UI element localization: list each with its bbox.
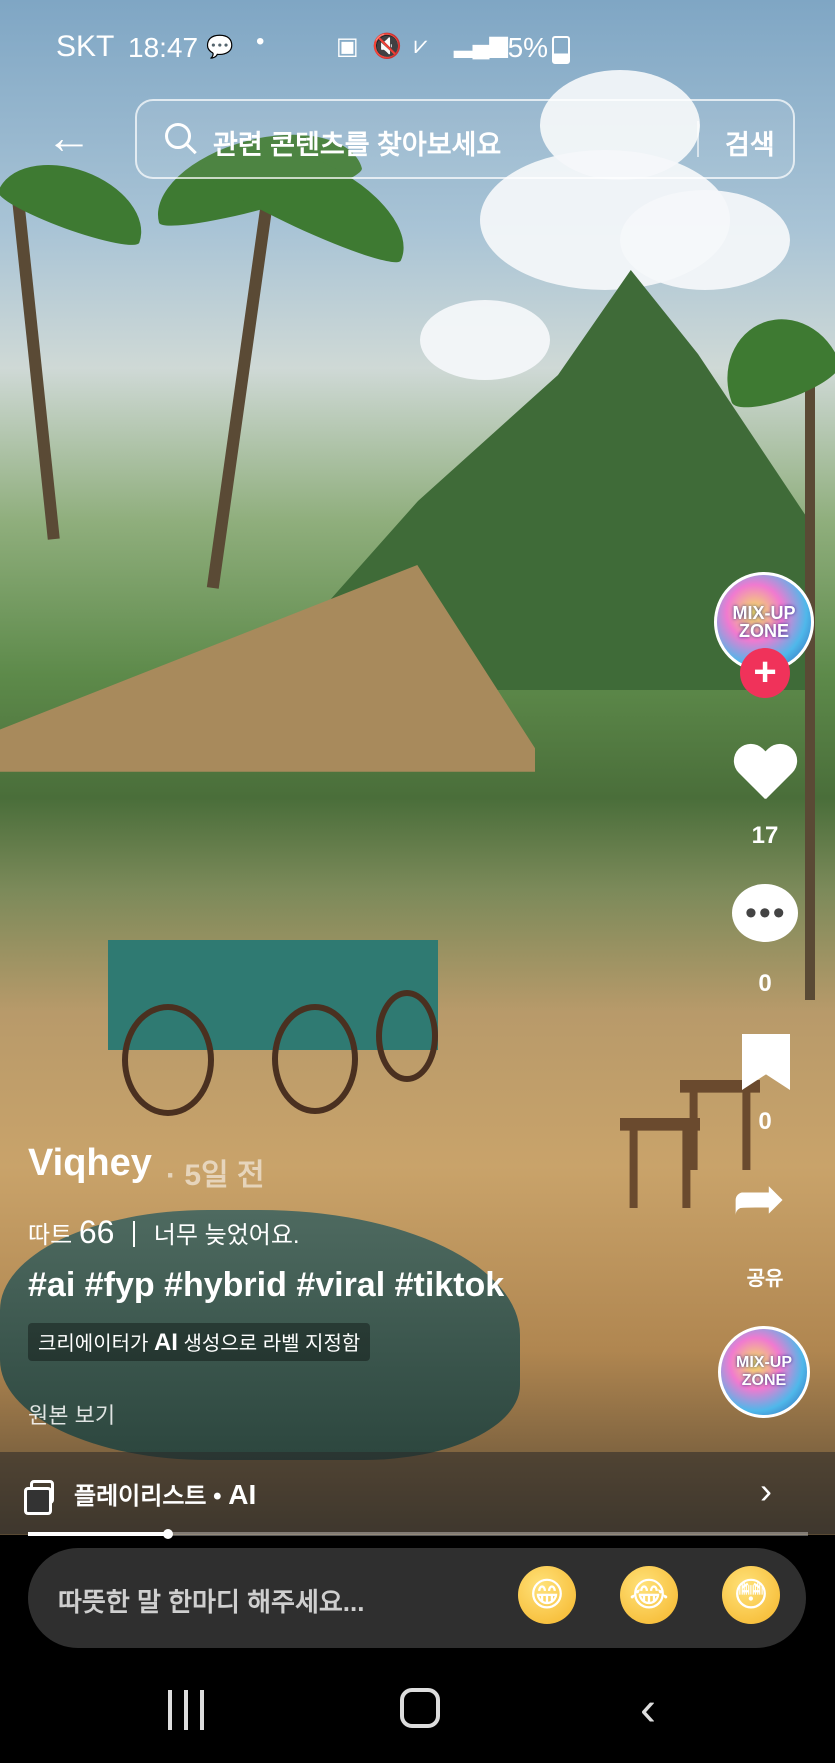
caption-number: 66 (78, 1214, 115, 1250)
dot-icon: • (256, 28, 265, 55)
video-progress-bar[interactable] (28, 1529, 808, 1539)
comment-input-bar[interactable]: 따뜻한 말 한마디 해주세요... 😁 😂 😳 (28, 1548, 806, 1648)
cloud (420, 300, 550, 380)
progress-fill (28, 1532, 169, 1536)
share-label: 공유 (746, 1268, 784, 1290)
like-heart-icon[interactable] (732, 745, 798, 805)
music-disc-avatar[interactable]: MIX-UP ZONE (718, 1326, 810, 1418)
search-bar[interactable]: 관련 콘텐츠를 찾아보세요 검색 (135, 99, 795, 179)
share-arrow-icon[interactable]: ➦ (732, 1166, 786, 1230)
palm-trunk (206, 171, 278, 589)
save-count: 0 (758, 1108, 772, 1135)
recent-apps-icon[interactable] (168, 1690, 206, 1730)
carrier-label: SKT (56, 30, 115, 63)
like-count: 17 (751, 822, 779, 849)
comment-count: 0 (758, 970, 772, 997)
comment-bubble-icon[interactable]: ••• (732, 884, 798, 942)
posted-time: · 5일 전 (166, 1159, 265, 1192)
ai-label-post: 생성으로 라벨 지정함 (183, 1333, 361, 1355)
ai-label-ai: AI (153, 1329, 178, 1356)
playlist-label: 플레이리스트 (74, 1483, 207, 1510)
mute-icon: 🔇 (372, 33, 402, 60)
cart-wheel (272, 1004, 358, 1114)
talk-icon: 💬 (206, 34, 234, 59)
lock-icon: ▣ (336, 33, 359, 60)
caption-line: 따트 66 너무 늦었어요. (28, 1214, 300, 1251)
chevron-right-icon[interactable]: › (760, 1470, 772, 1512)
view-original-link[interactable]: 원본 보기 (28, 1398, 115, 1430)
cart-wheel (122, 1004, 214, 1116)
caption-prefix: 따트 (28, 1222, 73, 1249)
caption-text: 너무 늦었어요. (153, 1222, 300, 1249)
search-input[interactable]: 관련 콘텐츠를 찾아보세요 (213, 123, 501, 162)
nav-back-icon[interactable]: ‹ (640, 1682, 656, 1737)
status-bar: SKT 18:47 💬 • ▣ 🔇 ⩗ ▂▄▆ 35% (0, 0, 835, 96)
avatar-logo-text: MIX-UP ZONE (732, 603, 796, 641)
search-divider (697, 121, 699, 157)
palm-trunk (12, 200, 60, 540)
back-arrow-icon[interactable]: ← (46, 112, 96, 162)
playlist-label-group: 플레이리스트 • AI (74, 1479, 257, 1510)
caption-separator (133, 1221, 136, 1247)
playlist-bar[interactable]: 플레이리스트 • AI › (0, 1452, 835, 1534)
cart-wheel (376, 990, 438, 1082)
hashtags[interactable]: #ai #fyp #hybrid #viral #tiktok (28, 1266, 504, 1305)
search-button[interactable]: 검색 (725, 123, 775, 162)
comment-input[interactable]: 따뜻한 말 한마디 해주세요... (58, 1582, 364, 1619)
cloud (620, 190, 790, 290)
disc-logo-text: MIX-UP ZONE (736, 1354, 792, 1389)
system-nav-bar: ‹ (0, 1660, 835, 1763)
battery-percent: 35% (492, 32, 549, 63)
battery-icon (552, 36, 570, 64)
playlist-name: AI (228, 1479, 257, 1510)
palm-trunk (805, 380, 815, 1000)
ai-label-pre: 크리에이터가 (38, 1333, 149, 1355)
emoji-grin-button[interactable]: 😁 (518, 1566, 576, 1624)
creator-name[interactable]: Viqhey (28, 1142, 152, 1185)
wooden-stool (620, 1118, 700, 1208)
emoji-flushed-button[interactable]: 😳 (722, 1566, 780, 1624)
home-icon[interactable] (400, 1688, 440, 1728)
clock: 18:47 (128, 32, 199, 63)
progress-knob[interactable] (163, 1529, 174, 1539)
search-icon (165, 123, 191, 149)
follow-plus-button[interactable]: + (740, 648, 790, 698)
playlist-icon (24, 1480, 54, 1515)
wifi-icon: ⩗ (414, 32, 428, 59)
emoji-laugh-button[interactable]: 😂 (620, 1566, 678, 1624)
ai-generated-label[interactable]: 크리에이터가 AI 생성으로 라벨 지정함 (28, 1323, 371, 1361)
